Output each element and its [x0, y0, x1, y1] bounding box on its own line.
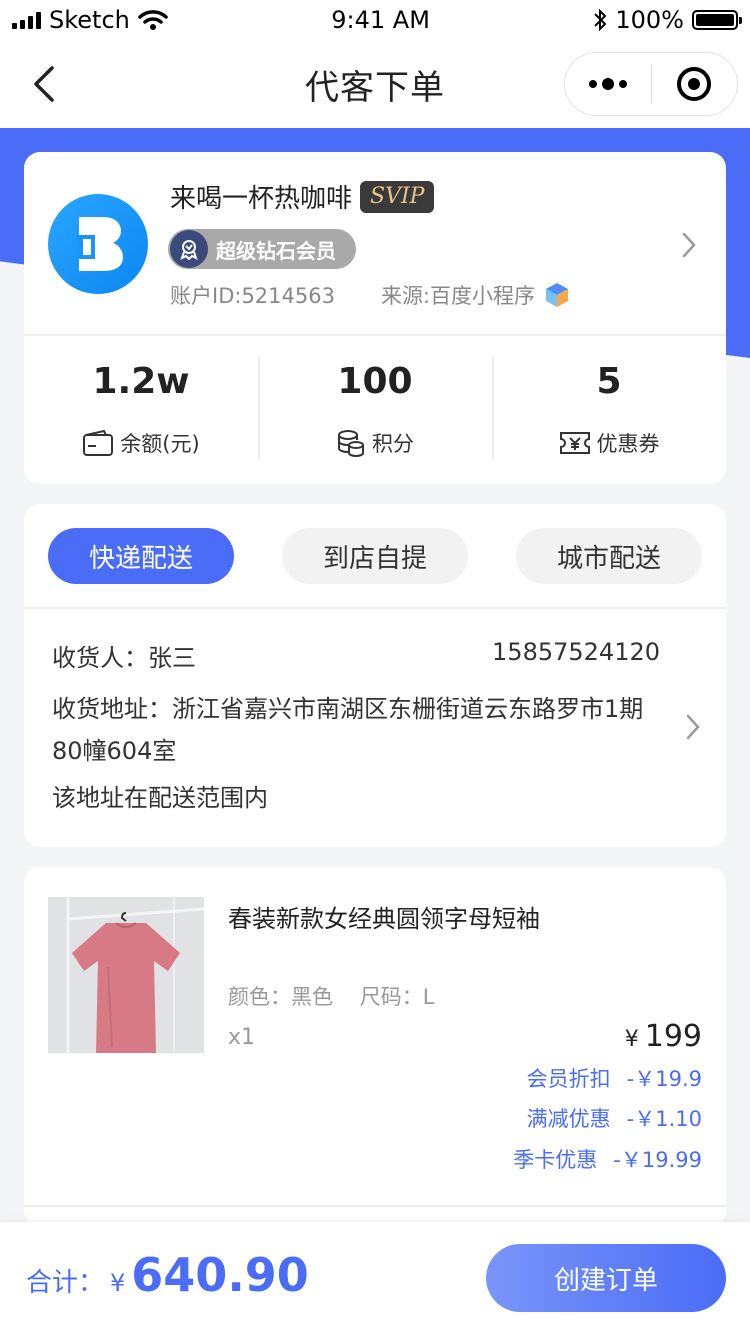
account-id: 账户ID:5214563	[170, 284, 335, 308]
product-image	[48, 897, 204, 1053]
signal-icon	[12, 11, 41, 29]
stat-value: 100	[337, 361, 413, 402]
stat-label-row: 优惠券	[559, 428, 660, 458]
chevron-right-icon	[682, 232, 696, 258]
member-stats: 1.2w 余额(元) 100 积分 5 优惠券	[24, 352, 726, 460]
more-dots-icon	[588, 78, 627, 90]
wifi-icon	[138, 10, 168, 30]
product-quantity: x1	[228, 1025, 256, 1050]
coins-icon	[338, 430, 364, 458]
create-order-button[interactable]: 创建订单	[486, 1244, 726, 1312]
price-symbol: ¥	[624, 1027, 639, 1052]
member-name-row: 来喝一杯热咖啡 SVIP	[170, 178, 435, 215]
order-total: 合计： ¥ 640.90	[26, 1248, 309, 1302]
member-card[interactable]: 来喝一杯热咖啡 SVIP 超级钻石会员 账户ID:5214563 来源:百度小程…	[24, 152, 726, 484]
product-card: 春装新款女经典圆领字母短袖 颜色：黑色 尺码：L x1 ¥ 199 会员折扣 -…	[24, 867, 726, 1227]
wallet-icon	[83, 429, 114, 456]
target-icon	[677, 67, 712, 101]
price-value: 199	[644, 1019, 702, 1054]
baidu-miniprogram-icon	[546, 283, 569, 307]
status-left: Sketch	[12, 6, 168, 34]
source-label: 来源:百度小程序	[380, 284, 536, 308]
member-level-badge: 超级钻石会员	[168, 229, 356, 269]
discount-full-reduction: 满减优惠 -￥1.10	[527, 1103, 702, 1133]
diamond-medal-icon	[170, 230, 208, 268]
status-right: 100%	[593, 6, 742, 34]
stat-value: 1.2w	[92, 361, 190, 402]
stat-points[interactable]: 100 积分	[258, 352, 492, 460]
more-button[interactable]	[565, 53, 651, 115]
battery-icon	[691, 10, 742, 30]
discount-season-card: 季卡优惠 -￥19.99	[513, 1144, 702, 1174]
battery-percent: 100%	[615, 6, 684, 34]
member-name: 来喝一杯热咖啡	[170, 184, 353, 214]
avatar	[48, 194, 148, 294]
status-time: 9:41 AM	[331, 6, 430, 34]
back-icon[interactable]	[30, 62, 58, 106]
discount-amount: -￥19.99	[613, 1148, 702, 1172]
discount-label: 满减优惠	[526, 1107, 611, 1131]
stat-balance[interactable]: 1.2w 余额(元)	[24, 352, 258, 458]
bottom-bar: 合计： ¥ 640.90 创建订单	[0, 1222, 750, 1334]
stat-label: 积分	[372, 432, 414, 456]
delivery-tabs: 快递配送 到店自提 城市配送	[48, 528, 702, 584]
stat-label: 余额(元)	[120, 432, 200, 456]
recipient-name: 收货人：张三	[52, 644, 196, 672]
tab-express[interactable]: 快递配送	[48, 528, 234, 584]
stat-label: 优惠券	[596, 432, 660, 456]
member-level-label: 超级钻石会员	[216, 238, 336, 263]
bluetooth-icon	[594, 8, 607, 32]
status-bar: Sketch 9:41 AM 100%	[0, 0, 750, 40]
total-label: 合计：	[26, 1268, 105, 1298]
product-spec: 颜色：黑色 尺码：L	[228, 985, 435, 1009]
divider	[24, 607, 726, 609]
total-amount: 640.90	[131, 1248, 309, 1302]
delivery-range-note: 该地址在配送范围内	[52, 784, 268, 812]
mini-program-capsule	[564, 52, 738, 116]
carrier-label: Sketch	[49, 6, 130, 34]
discount-member: 会员折扣 -￥19.9	[527, 1063, 702, 1093]
delivery-card: 快递配送 到店自提 城市配送 收货人：张三 15857524120 收货地址：浙…	[24, 504, 726, 847]
tab-city-delivery[interactable]: 城市配送	[516, 528, 702, 584]
divider	[24, 334, 726, 336]
close-miniprogram-button[interactable]	[652, 53, 738, 115]
stat-label-row: 余额(元)	[82, 428, 200, 458]
total-currency: ¥	[110, 1269, 126, 1297]
svip-badge: SVIP	[360, 180, 435, 213]
product-price: ¥ 199	[625, 1019, 702, 1054]
discount-label: 季卡优惠	[513, 1148, 598, 1172]
brand-logo-icon	[77, 217, 123, 271]
stat-value: 5	[596, 361, 622, 402]
nav-bar: 代客下单	[0, 40, 750, 128]
divider	[24, 1205, 726, 1207]
page-title: 代客下单	[305, 67, 445, 108]
member-source: 来源:百度小程序	[381, 280, 571, 310]
stat-coupons[interactable]: 5 优惠券	[492, 352, 726, 460]
discount-amount: -￥1.10	[626, 1107, 702, 1131]
chevron-right-icon[interactable]	[686, 714, 700, 740]
tab-pickup[interactable]: 到店自提	[282, 528, 468, 584]
stat-label-row: 积分	[336, 428, 414, 458]
product-title: 春装新款女经典圆领字母短袖	[228, 905, 540, 933]
shipping-address[interactable]: 收货地址：浙江省嘉兴市南湖区东栅街道云东路罗市1期80幢604室	[52, 688, 672, 772]
discount-amount: -￥19.9	[626, 1067, 702, 1091]
member-meta: 账户ID:5214563 来源:百度小程序	[170, 280, 571, 310]
recipient-phone: 15857524120	[492, 638, 660, 666]
coupon-icon	[559, 432, 590, 454]
discount-label: 会员折扣	[526, 1067, 611, 1091]
